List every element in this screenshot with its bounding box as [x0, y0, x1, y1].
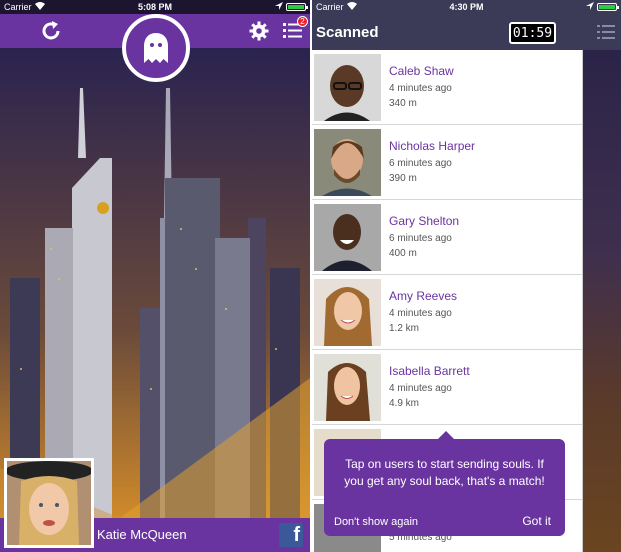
user-name: Gary Shelton — [389, 213, 460, 228]
profile-name: Katie McQueen — [97, 527, 187, 542]
user-photo — [314, 278, 381, 346]
facebook-button[interactable]: f — [279, 523, 303, 547]
gear-icon[interactable] — [249, 21, 269, 41]
list-menu-button[interactable] — [597, 24, 615, 45]
home-screen: Carrier 5:08 PM 2 Katie McQueen f — [0, 0, 310, 552]
user-distance: 340 m — [389, 97, 417, 109]
user-distance: 1.2 km — [389, 322, 420, 334]
list-menu-button[interactable]: 2 — [283, 16, 308, 41]
list-item[interactable]: Caleb Shaw 4 minutes ago 340 m — [312, 50, 582, 125]
scanned-header: Scanned 01:59 — [312, 14, 621, 50]
scanned-screen: Carrier 4:30 PM Scanned 01:59 Caleb Shaw… — [312, 0, 621, 552]
user-distance: 390 m — [389, 172, 417, 184]
wifi-icon — [34, 2, 45, 12]
location-arrow-icon — [586, 2, 594, 12]
tooltip-message: Tap on users to start sending souls. If … — [344, 457, 545, 488]
list-item[interactable]: Isabella Barrett 4 minutes ago 4.9 km — [312, 350, 582, 425]
battery-icon — [286, 3, 308, 11]
list-item[interactable]: Amy Reeves 4 minutes ago 1.2 km — [312, 275, 582, 350]
user-time-ago: 4 minutes ago — [389, 83, 452, 95]
status-bar: Carrier 4:30 PM — [312, 0, 621, 14]
facebook-icon: f — [293, 524, 300, 546]
refresh-icon[interactable] — [40, 20, 62, 42]
countdown-timer: 01:59 — [509, 22, 556, 44]
carrier-label: Carrier — [4, 2, 32, 12]
dont-show-again-button[interactable]: Don't show again — [334, 516, 418, 528]
user-photo — [314, 128, 381, 196]
notification-badge: 2 — [297, 16, 308, 27]
user-photo — [314, 203, 381, 271]
list-item[interactable]: Nicholas Harper 6 minutes ago 390 m — [312, 125, 582, 200]
ghost-icon — [144, 33, 168, 63]
user-name: Nicholas Harper — [389, 138, 476, 153]
carrier-label: Carrier — [316, 2, 344, 12]
background-edge-image — [582, 50, 621, 552]
user-distance: 400 m — [389, 247, 417, 259]
list-icon — [597, 25, 615, 39]
city-background-image — [0, 48, 310, 518]
user-time-ago: 4 minutes ago — [389, 383, 452, 395]
page-title: Scanned — [316, 23, 379, 41]
user-time-ago: 6 minutes ago — [389, 233, 452, 245]
user-name: Isabella Barrett — [389, 363, 470, 378]
user-distance: 4.9 km — [389, 397, 420, 409]
user-time-ago: 4 minutes ago — [389, 308, 452, 320]
location-arrow-icon — [275, 2, 283, 12]
wifi-icon — [346, 2, 357, 12]
user-name: Caleb Shaw — [389, 63, 454, 78]
battery-icon — [597, 3, 619, 11]
onboarding-tooltip: Tap on users to start sending souls. If … — [324, 431, 565, 536]
ghost-logo-button[interactable] — [122, 14, 190, 82]
user-photo — [314, 353, 381, 421]
status-time: 4:30 PM — [449, 2, 484, 12]
user-time-ago: 6 minutes ago — [389, 158, 452, 170]
user-photo — [314, 53, 381, 121]
status-time: 5:08 PM — [137, 2, 173, 12]
list-item[interactable]: Gary Shelton 6 minutes ago 400 m — [312, 200, 582, 275]
got-it-button[interactable]: Got it — [522, 514, 551, 528]
profile-avatar[interactable] — [4, 458, 94, 548]
status-bar: Carrier 5:08 PM — [0, 0, 310, 14]
user-name: Amy Reeves — [389, 288, 458, 303]
